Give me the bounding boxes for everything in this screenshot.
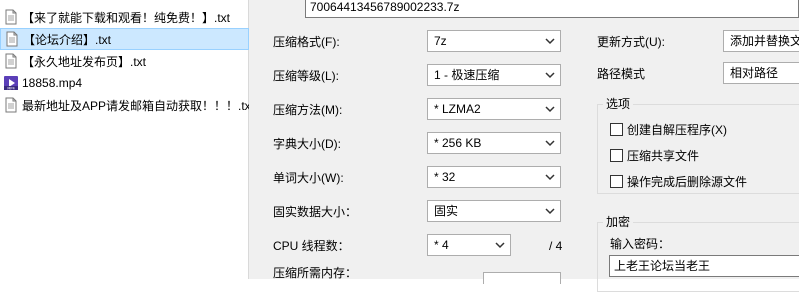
solid-label: 固实数据大小： bbox=[273, 205, 358, 219]
delete-checkbox[interactable] bbox=[610, 175, 623, 188]
text-file-icon bbox=[3, 97, 19, 113]
path-mode-value: 相对路径 bbox=[730, 66, 779, 80]
file-item-3[interactable]: MP4 18858.mp4 bbox=[0, 72, 249, 94]
chevron-down-icon bbox=[545, 38, 555, 45]
method-label: 压缩方法(M): bbox=[273, 103, 343, 117]
file-list: 【来了就能下载和观看！纯免费！】.txt 【论坛介绍】.txt 【永久地址发布页… bbox=[0, 0, 249, 279]
word-value: * 32 bbox=[434, 170, 456, 184]
list-separator bbox=[249, 0, 259, 279]
dict-select[interactable]: * 256 KB bbox=[427, 132, 561, 154]
cpu-total: / 4 bbox=[549, 239, 563, 253]
word-select[interactable]: * 32 bbox=[427, 166, 561, 188]
file-name: 【永久地址发布页】.txt bbox=[22, 54, 147, 69]
archive-path-input[interactable]: 7006441345678900​2233.7z bbox=[305, 0, 799, 18]
file-name: 【论坛介绍】.txt bbox=[23, 32, 112, 47]
format-select[interactable]: 7z bbox=[427, 30, 561, 52]
file-name: 【来了就能下载和观看！纯免费！】.txt bbox=[22, 10, 231, 25]
solid-value: 固实 bbox=[434, 204, 459, 218]
shared-checkbox[interactable] bbox=[610, 149, 623, 162]
file-item-1[interactable]: 【论坛介绍】.txt bbox=[0, 28, 249, 50]
level-label: 压缩等级(L): bbox=[273, 69, 340, 83]
chevron-down-icon bbox=[545, 140, 555, 147]
encrypt-title: 加密 bbox=[603, 215, 634, 229]
update-select[interactable]: 添加并替换文 bbox=[723, 30, 799, 52]
memory-label: 压缩所需内存： bbox=[273, 266, 358, 280]
format-label: 压缩格式(F): bbox=[273, 35, 340, 49]
word-label: 单词大小(W): bbox=[273, 171, 344, 185]
sfx-checkbox[interactable] bbox=[610, 123, 623, 136]
file-item-4[interactable]: 最新地址及APP请发邮箱自动获取！！！.txt bbox=[0, 94, 249, 116]
chevron-down-icon bbox=[545, 174, 555, 181]
format-value: 7z bbox=[434, 34, 447, 48]
cpu-select[interactable]: * 4 bbox=[427, 234, 511, 256]
chevron-down-icon bbox=[545, 106, 555, 113]
file-name: 18858.mp4 bbox=[22, 76, 83, 90]
file-name: 最新地址及APP请发邮箱自动获取！！！.txt bbox=[22, 98, 249, 113]
method-value: * LZMA2 bbox=[434, 102, 481, 116]
memory-value-box bbox=[483, 272, 561, 284]
chevron-down-icon bbox=[495, 242, 505, 249]
chevron-down-icon bbox=[545, 208, 555, 215]
option-label: 压缩共享文件 bbox=[627, 149, 700, 163]
text-file-icon bbox=[3, 53, 19, 69]
path-mode-label: 路径模式 bbox=[597, 67, 646, 81]
option-label: 操作完成后删除源文件 bbox=[627, 175, 748, 189]
path-mode-select[interactable]: 相对路径 bbox=[723, 62, 799, 84]
option-shared[interactable]: 压缩共享文件 bbox=[610, 147, 699, 164]
update-value: 添加并替换文 bbox=[730, 34, 799, 48]
level-value: 1 - 极速压缩 bbox=[434, 68, 500, 82]
method-select[interactable]: * LZMA2 bbox=[427, 98, 561, 120]
cpu-label: CPU 线程数： bbox=[273, 239, 350, 253]
video-file-icon: MP4 bbox=[3, 75, 19, 91]
dict-label: 字典大小(D): bbox=[273, 137, 341, 151]
update-label: 更新方式(U): bbox=[597, 35, 665, 49]
text-file-icon bbox=[3, 9, 19, 25]
option-label: 创建自解压程序(X) bbox=[627, 123, 727, 137]
password-label: 输入密码： bbox=[610, 237, 671, 251]
option-sfx[interactable]: 创建自解压程序(X) bbox=[610, 121, 727, 138]
cpu-value: * 4 bbox=[434, 238, 449, 252]
dict-value: * 256 KB bbox=[434, 136, 482, 150]
solid-select[interactable]: 固实 bbox=[427, 200, 561, 222]
text-file-icon bbox=[4, 31, 20, 47]
level-select[interactable]: 1 - 极速压缩 bbox=[427, 64, 561, 86]
password-input[interactable]: 上老王论坛当老王 bbox=[609, 255, 799, 277]
file-item-2[interactable]: 【永久地址发布页】.txt bbox=[0, 50, 249, 72]
svg-text:MP4: MP4 bbox=[7, 87, 15, 91]
option-delete[interactable]: 操作完成后删除源文件 bbox=[610, 173, 747, 190]
chevron-down-icon bbox=[545, 72, 555, 79]
file-item-0[interactable]: 【来了就能下载和观看！纯免费！】.txt bbox=[0, 6, 249, 28]
options-title: 选项 bbox=[603, 97, 634, 111]
